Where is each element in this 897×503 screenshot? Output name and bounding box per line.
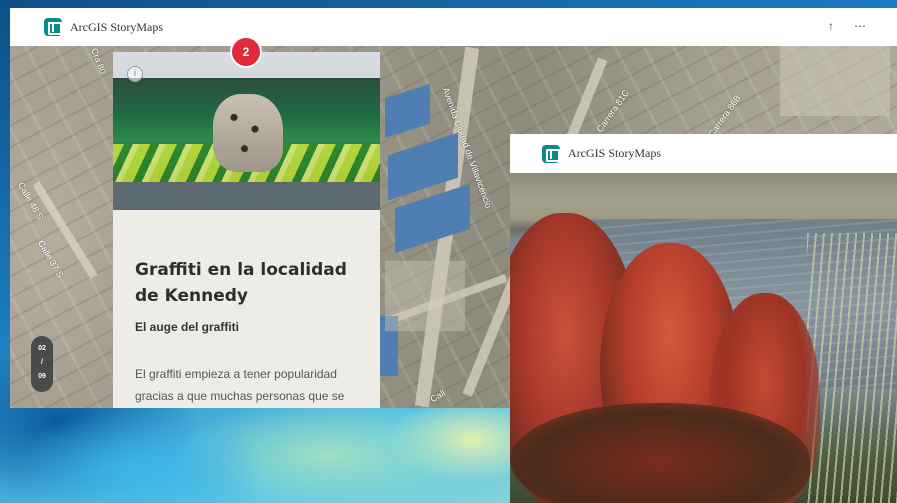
slide-progress-indicator: 02 / 09 (31, 336, 53, 392)
top-bar: ArcGIS StoryMaps ↑︎ ⋯ (10, 8, 897, 46)
info-icon[interactable]: i (127, 66, 143, 82)
storymaps-logo-icon (542, 144, 560, 163)
lake-photo (510, 173, 897, 503)
brand-name: ArcGIS StoryMaps (70, 19, 163, 34)
grass (807, 233, 897, 503)
graffiti-image: i (113, 52, 380, 210)
card-subtitle: El auge del graffiti (135, 320, 240, 334)
card-body: El graffiti empieza a tener popularidad … (135, 367, 345, 403)
progress-separator: / (41, 359, 43, 366)
storymap-window-lake: ArcGIS StoryMaps (510, 134, 897, 503)
map-label-street: Carrera 86B (706, 93, 743, 139)
map-label-street: Call (428, 387, 447, 405)
map-label-street: Carrera 81C (594, 87, 632, 135)
story-card: i Graffiti en la localidad de Kennedy El… (113, 52, 380, 408)
map-label-street: Cra 80 (89, 46, 108, 76)
progress-total: 09 (38, 373, 46, 380)
jaguar-graphic (213, 94, 283, 172)
brand[interactable]: ArcGIS StoryMaps (542, 144, 661, 163)
map-label-street: Calle 37 S (36, 238, 66, 280)
brand-name: ArcGIS StoryMaps (568, 146, 661, 160)
more-icon[interactable]: ⋯ (854, 18, 866, 34)
share-icon[interactable]: ↑︎ (828, 18, 834, 34)
storymaps-logo-icon (44, 18, 62, 36)
brand[interactable]: ArcGIS StoryMaps (44, 18, 163, 36)
top-bar: ArcGIS StoryMaps (510, 134, 897, 173)
progress-current: 02 (38, 345, 46, 352)
card-title: Graffiti en la localidad de Kennedy (135, 260, 347, 306)
map-marker[interactable]: 2 (230, 36, 262, 68)
